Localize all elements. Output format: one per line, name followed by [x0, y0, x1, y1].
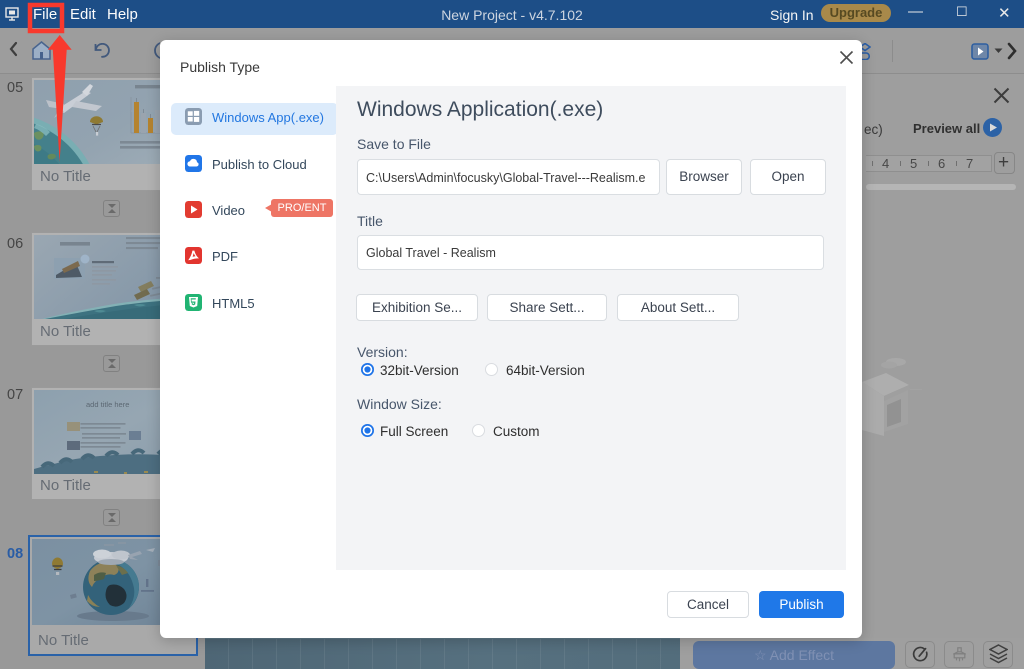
- svg-text:add title here: add title here: [86, 400, 129, 409]
